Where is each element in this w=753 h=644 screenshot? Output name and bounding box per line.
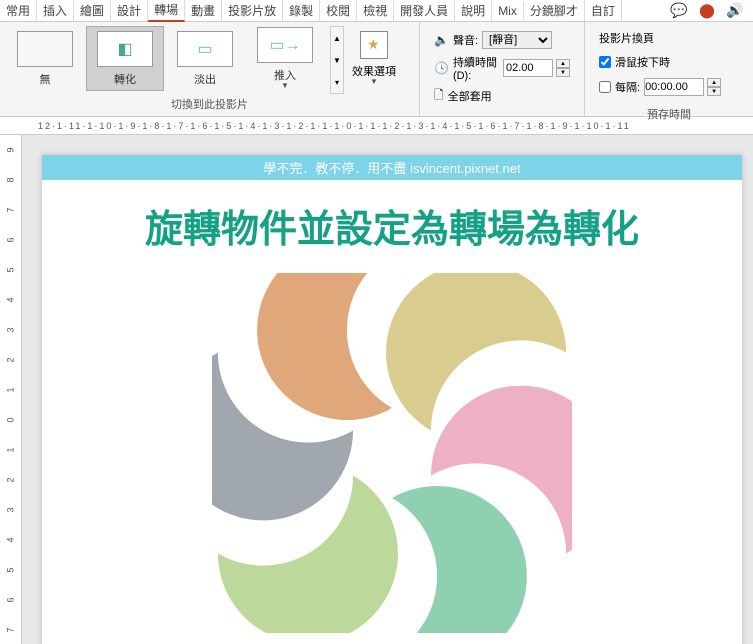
slide[interactable]: 學不完．教不停．用不盡 isvincent.pixnet.net 旋轉物件並設定…	[42, 155, 742, 644]
sound-icon	[434, 33, 449, 47]
label-fade: 淡出	[194, 71, 216, 87]
transition-fade[interactable]: ▭ 淡出	[166, 26, 244, 91]
after-spinner[interactable]: ▲▼	[707, 78, 721, 96]
advance-title: 投影片換頁	[599, 30, 739, 46]
label-morph: 轉化	[114, 71, 136, 87]
tab-developer[interactable]: 開發人員	[394, 0, 455, 21]
tab-home[interactable]: 常用	[0, 0, 37, 21]
tab-storyboard[interactable]: 分鏡腳才	[524, 0, 585, 21]
transition-morph[interactable]: ◧ 轉化	[86, 26, 164, 91]
slide-title: 旋轉物件並設定為轉場為轉化	[42, 180, 742, 263]
thumb-fade: ▭	[177, 31, 233, 67]
comments-icon[interactable]: 💬	[669, 2, 689, 20]
label-none: 無	[40, 71, 51, 87]
after-checkbox[interactable]	[599, 81, 611, 93]
speaker-icon[interactable]: 🔊	[725, 2, 745, 20]
tab-help[interactable]: 說明	[455, 0, 492, 21]
effect-options-icon	[360, 31, 388, 59]
tab-transitions[interactable]: 轉場	[148, 0, 185, 22]
ruler-vertical: 987 654 321 012 345 67	[0, 135, 22, 644]
apply-all-button[interactable]: 全部套用	[434, 86, 570, 106]
duration-label: 持續時間(D):	[453, 54, 499, 82]
clock-icon	[434, 61, 449, 75]
on-click-label: 滑鼠按下時	[615, 54, 670, 70]
group-label-transitions: 切換到此投影片	[6, 94, 413, 112]
chevron-down-icon: ▼	[281, 81, 289, 90]
effect-options-button[interactable]: 效果選項 ▼	[348, 26, 400, 91]
duration-input[interactable]	[503, 59, 553, 77]
tab-animations[interactable]: 動畫	[185, 0, 222, 21]
gallery-scroll[interactable]: ▲ ▼ ▾	[330, 26, 344, 94]
after-input[interactable]	[644, 78, 704, 96]
group-label-preview: 預存時間	[591, 104, 747, 122]
tab-insert[interactable]: 插入	[37, 0, 74, 21]
tab-custom[interactable]: 自訂	[585, 0, 622, 21]
slide-banner: 學不完．教不停．用不盡 isvincent.pixnet.net	[42, 155, 742, 180]
on-click-checkbox[interactable]	[599, 56, 611, 68]
sound-label: 聲音:	[453, 32, 478, 48]
apply-all-icon	[434, 86, 444, 107]
menu-tabs: 常用 插入 繪圖 設計 轉場 動畫 投影片放 錄製 校閱 檢視 開發人員 說明 …	[0, 0, 753, 22]
thumb-none	[17, 31, 73, 67]
tab-record[interactable]: 錄製	[283, 0, 320, 21]
transition-none[interactable]: 無	[6, 26, 84, 91]
thumb-push: ▭→	[257, 27, 313, 63]
duration-spinner[interactable]: ▲▼	[556, 59, 570, 77]
sound-select[interactable]: [靜音]	[482, 31, 552, 49]
tab-mix[interactable]: Mix	[492, 2, 524, 20]
after-label: 每隔:	[615, 79, 640, 95]
slide-graphic	[42, 263, 742, 643]
transition-push[interactable]: ▭→ 推入 ▼	[246, 26, 324, 91]
tab-design[interactable]: 設計	[111, 0, 148, 21]
tab-draw[interactable]: 繪圖	[74, 0, 111, 21]
transition-gallery: 無 ◧ 轉化 ▭ 淡出 ▭→ 推入 ▼	[6, 26, 324, 94]
slide-canvas[interactable]: 學不完．教不停．用不盡 isvincent.pixnet.net 旋轉物件並設定…	[22, 135, 753, 644]
ribbon: 無 ◧ 轉化 ▭ 淡出 ▭→ 推入 ▼ ▲ ▼ ▾	[0, 22, 753, 117]
thumb-morph: ◧	[97, 31, 153, 67]
pinwheel-graphic	[212, 273, 572, 633]
chevron-down-icon: ▼	[370, 77, 378, 86]
tab-slideshow[interactable]: 投影片放	[222, 0, 283, 21]
record-icon[interactable]: ⬤	[697, 2, 717, 20]
workspace: 987 654 321 012 345 67 學不完．教不停．用不盡 isvin…	[0, 135, 753, 644]
tab-view[interactable]: 檢視	[357, 0, 394, 21]
apply-all-label: 全部套用	[448, 88, 492, 104]
tab-review[interactable]: 校閱	[320, 0, 357, 21]
